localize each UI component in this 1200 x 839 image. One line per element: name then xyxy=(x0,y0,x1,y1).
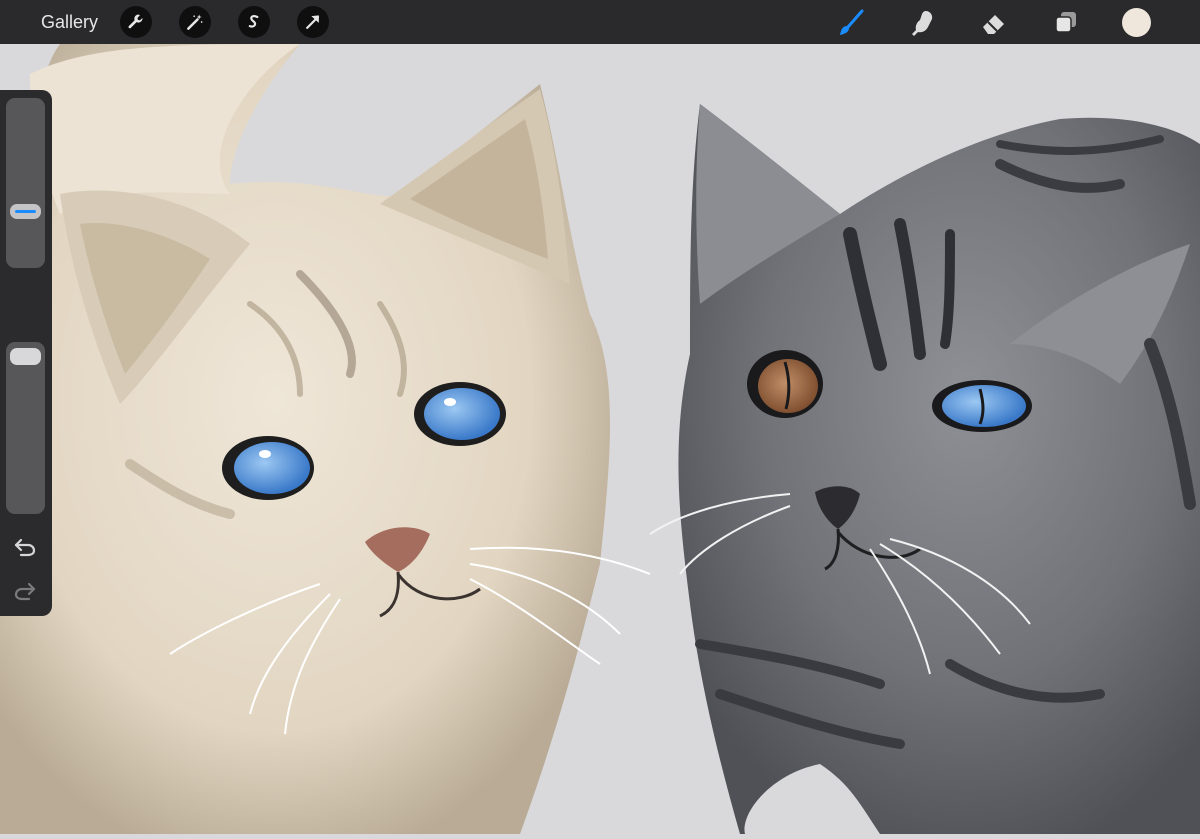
brush-icon xyxy=(840,9,864,35)
undo-arrow-icon xyxy=(14,538,36,557)
drawing-canvas[interactable] xyxy=(0,44,1200,834)
arrow-cursor-icon xyxy=(306,15,320,29)
brush-size-slider[interactable] xyxy=(6,98,45,268)
redo-button[interactable] xyxy=(12,580,38,602)
eraser-icon xyxy=(983,15,1004,34)
cat-painting-artwork xyxy=(0,44,1200,834)
smudge-tool-button[interactable] xyxy=(906,6,940,40)
gallery-button[interactable]: Gallery xyxy=(41,12,98,33)
magic-wand-icon xyxy=(187,14,203,30)
adjustments-button[interactable] xyxy=(179,6,211,38)
opacity-handle[interactable] xyxy=(10,348,41,365)
eraser-tool-button[interactable] xyxy=(977,6,1011,40)
brush-size-handle[interactable] xyxy=(10,204,41,219)
color-picker-button[interactable] xyxy=(1122,8,1151,37)
actions-button[interactable] xyxy=(120,6,152,38)
opacity-slider[interactable] xyxy=(6,342,45,514)
selection-button[interactable] xyxy=(238,6,270,38)
layers-icon xyxy=(1055,12,1076,33)
selection-s-icon xyxy=(248,15,259,28)
undo-button[interactable] xyxy=(12,536,38,558)
brush-sidebar xyxy=(0,90,52,616)
transform-button[interactable] xyxy=(297,6,329,38)
layers-button[interactable] xyxy=(1049,6,1083,40)
brush-size-indicator xyxy=(15,210,36,213)
brush-tool-button[interactable] xyxy=(834,6,868,40)
redo-arrow-icon xyxy=(14,582,36,601)
smudge-finger-icon xyxy=(912,11,933,36)
top-toolbar: Gallery xyxy=(0,0,1200,44)
wrench-icon xyxy=(128,14,143,29)
